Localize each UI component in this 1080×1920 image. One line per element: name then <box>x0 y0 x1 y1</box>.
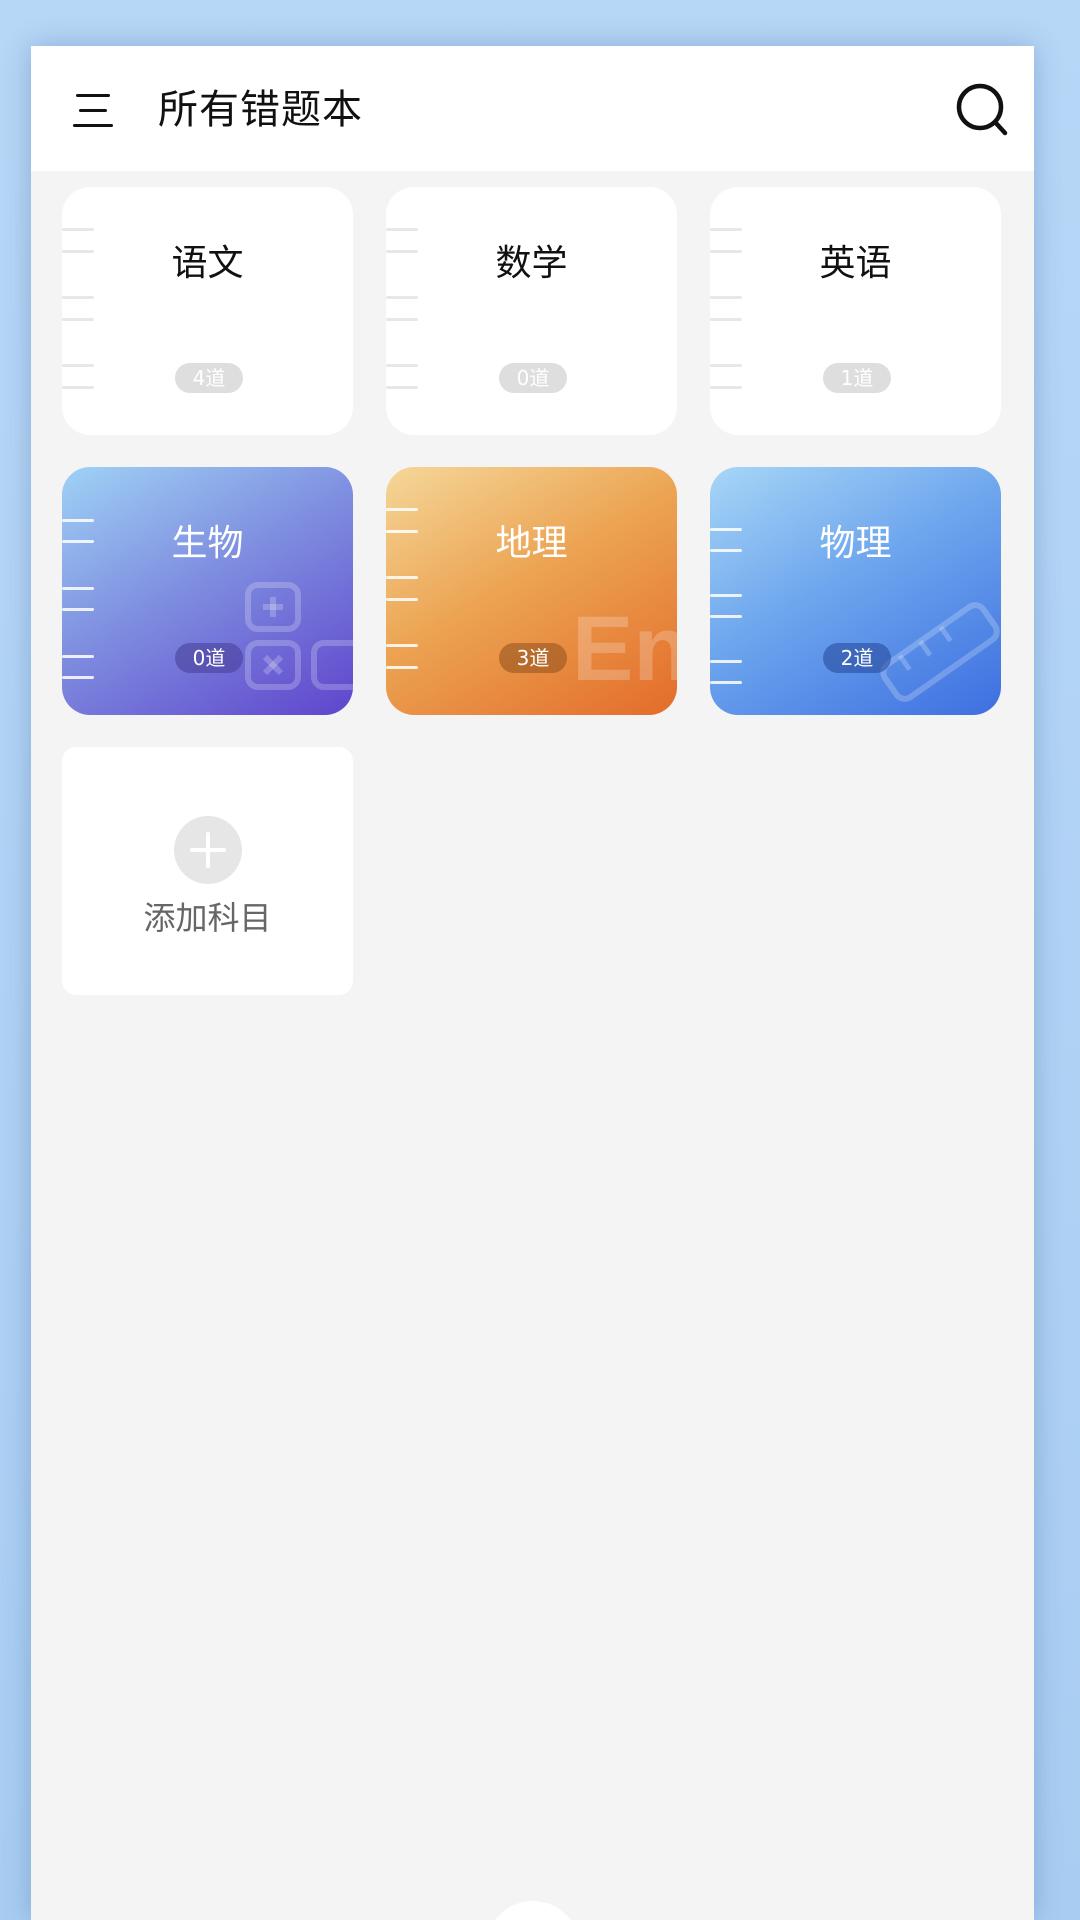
bottom-handle[interactable] <box>486 1901 580 1920</box>
subject-name: 英语 <box>819 243 892 284</box>
question-count-badge: 0道 <box>175 643 243 673</box>
add-subject-button[interactable]: 添加科目 <box>62 747 353 995</box>
question-count-badge: 3道 <box>499 643 567 673</box>
subject-name: 生物 <box>171 523 244 564</box>
search-button[interactable] <box>953 80 1013 140</box>
page-title: 所有错题本 <box>158 87 363 133</box>
question-count-badge: 1道 <box>823 363 891 393</box>
add-subject-label: 添加科目 <box>143 899 272 937</box>
app-window: 所有错题本 语文 4道 数学 0道 英语 1道 生物 0道 En 地理 3道 物… <box>31 46 1034 1920</box>
subject-card-math[interactable]: 数学 0道 <box>386 187 677 435</box>
subject-card-chinese[interactable]: 语文 4道 <box>62 187 353 435</box>
subject-name: 数学 <box>495 243 568 284</box>
menu-icon-line <box>79 109 107 112</box>
subject-card-physics[interactable]: 物理 2道 <box>710 467 1001 715</box>
english-watermark-icon: En <box>572 598 677 700</box>
menu-button[interactable] <box>73 91 113 129</box>
calculator-watermark-icon <box>245 582 353 690</box>
subject-card-english[interactable]: 英语 1道 <box>710 187 1001 435</box>
menu-icon-line <box>76 94 110 97</box>
menu-icon-line <box>73 124 113 127</box>
subject-name: 语文 <box>171 243 244 284</box>
question-count-badge: 4道 <box>175 363 243 393</box>
top-bar: 所有错题本 <box>31 46 1034 171</box>
subject-name: 物理 <box>819 523 892 564</box>
subject-card-biology[interactable]: 生物 0道 <box>62 467 353 715</box>
question-count-badge: 0道 <box>499 363 567 393</box>
subject-name: 地理 <box>495 523 568 564</box>
search-icon <box>956 83 1008 136</box>
question-count-badge: 2道 <box>823 643 891 673</box>
plus-icon <box>174 816 242 884</box>
subject-card-geography[interactable]: En 地理 3道 <box>386 467 677 715</box>
